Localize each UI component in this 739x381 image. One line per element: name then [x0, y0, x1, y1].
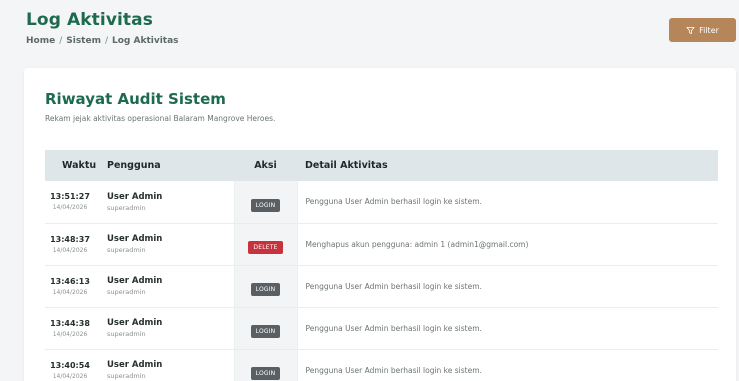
time-value: 13:48:37 — [50, 234, 90, 244]
user-name: User Admin — [107, 191, 163, 202]
time-cell: 13:40:54 14/04/2026 — [45, 349, 107, 381]
breadcrumb-separator: / — [104, 36, 109, 46]
column-header-aksi: Aksi — [254, 160, 277, 171]
time-value: 13:44:38 — [50, 318, 90, 328]
action-badge-login: LOGIN — [250, 367, 281, 380]
column-header-detail: Detail Aktivitas — [305, 160, 388, 171]
user-name: User Admin — [107, 276, 163, 286]
time-value: 13:51:27 — [50, 192, 90, 202]
user-role: superadmin — [107, 330, 146, 338]
audit-card: Riwayat Audit Sistem Rekam jejak aktivit… — [24, 68, 736, 381]
action-cell: DELETE — [233, 223, 298, 265]
date-value: 14/04/2026 — [52, 204, 88, 212]
user-name: User Admin — [107, 360, 163, 370]
time-cell: 13:44:38 14/04/2026 — [45, 307, 107, 349]
filter-icon — [686, 26, 695, 34]
breadcrumb-sistem[interactable]: Sistem — [66, 36, 101, 46]
detail-text: Pengguna User Admin berhasil login ke si… — [305, 281, 482, 291]
card-subtitle: Rekam jejak aktivitas operasional Balara… — [45, 114, 276, 123]
detail-text: Menghapus akun pengguna: admin 1 (admin1… — [305, 239, 529, 249]
action-badge-login: LOGIN — [250, 198, 281, 212]
action-cell: LOGIN — [233, 265, 298, 307]
detail-text: Pengguna User Admin berhasil login ke si… — [305, 323, 482, 333]
user-cell: User Admin superadmin — [107, 181, 234, 223]
card-title: Riwayat Audit Sistem — [45, 90, 226, 108]
time-value: 13:46:13 — [50, 276, 90, 286]
date-value: 14/04/2026 — [52, 330, 88, 338]
user-cell: User Admin superadmin — [107, 265, 234, 307]
action-cell: LOGIN — [233, 181, 298, 223]
action-badge-delete: DELETE — [248, 241, 283, 254]
page-header: Log Aktivitas Home / Sistem / Log Aktivitas — [26, 10, 179, 46]
table-row: 13:46:13 14/04/2026 User Admin superadmi… — [45, 265, 718, 307]
column-header-pengguna: Pengguna — [107, 160, 161, 171]
action-cell: LOGIN — [233, 307, 298, 349]
table-row: 13:48:37 14/04/2026 User Admin superadmi… — [45, 223, 718, 265]
date-value: 14/04/2026 — [52, 246, 88, 254]
user-role: superadmin — [107, 288, 146, 296]
user-cell: User Admin superadmin — [107, 349, 234, 381]
action-badge-login: LOGIN — [250, 283, 281, 296]
table-row: 13:51:27 14/04/2026 User Admin superadmi… — [45, 181, 718, 223]
action-badge-login: LOGIN — [250, 325, 281, 338]
table-header-row: Waktu Pengguna Aksi Detail Aktivitas — [45, 150, 718, 181]
user-role: superadmin — [107, 203, 146, 212]
date-value: 14/04/2026 — [52, 288, 88, 296]
user-name: User Admin — [107, 318, 163, 328]
date-value: 14/04/2026 — [52, 372, 88, 380]
time-value: 13:40:54 — [50, 360, 90, 370]
breadcrumb-home[interactable]: Home — [26, 36, 55, 46]
page-title: Log Aktivitas — [26, 10, 153, 30]
user-name: User Admin — [107, 234, 163, 244]
breadcrumb-current: Log Aktivitas — [112, 36, 179, 46]
action-cell: LOGIN — [233, 349, 298, 381]
breadcrumb-separator: / — [59, 36, 63, 46]
time-cell: 13:51:27 14/04/2026 — [45, 181, 107, 223]
time-cell: 13:46:13 14/04/2026 — [45, 265, 107, 307]
column-header-waktu: Waktu — [62, 160, 97, 171]
user-cell: User Admin superadmin — [107, 307, 234, 349]
audit-table: Waktu Pengguna Aksi Detail Aktivitas 13:… — [45, 150, 718, 381]
time-cell: 13:48:37 14/04/2026 — [45, 223, 107, 265]
user-cell: User Admin superadmin — [107, 223, 234, 265]
filter-button-label: Filter — [699, 25, 719, 35]
detail-text: Pengguna User Admin berhasil login ke si… — [305, 365, 482, 375]
user-role: superadmin — [107, 372, 146, 380]
detail-text: Pengguna User Admin berhasil login ke si… — [305, 197, 482, 207]
filter-button[interactable]: Filter — [669, 18, 736, 42]
user-role: superadmin — [107, 246, 146, 254]
breadcrumb: Home / Sistem / Log Aktivitas — [26, 36, 179, 46]
table-row: 13:44:38 14/04/2026 User Admin superadmi… — [45, 307, 718, 349]
table-row: 13:40:54 14/04/2026 User Admin superadmi… — [45, 349, 718, 381]
